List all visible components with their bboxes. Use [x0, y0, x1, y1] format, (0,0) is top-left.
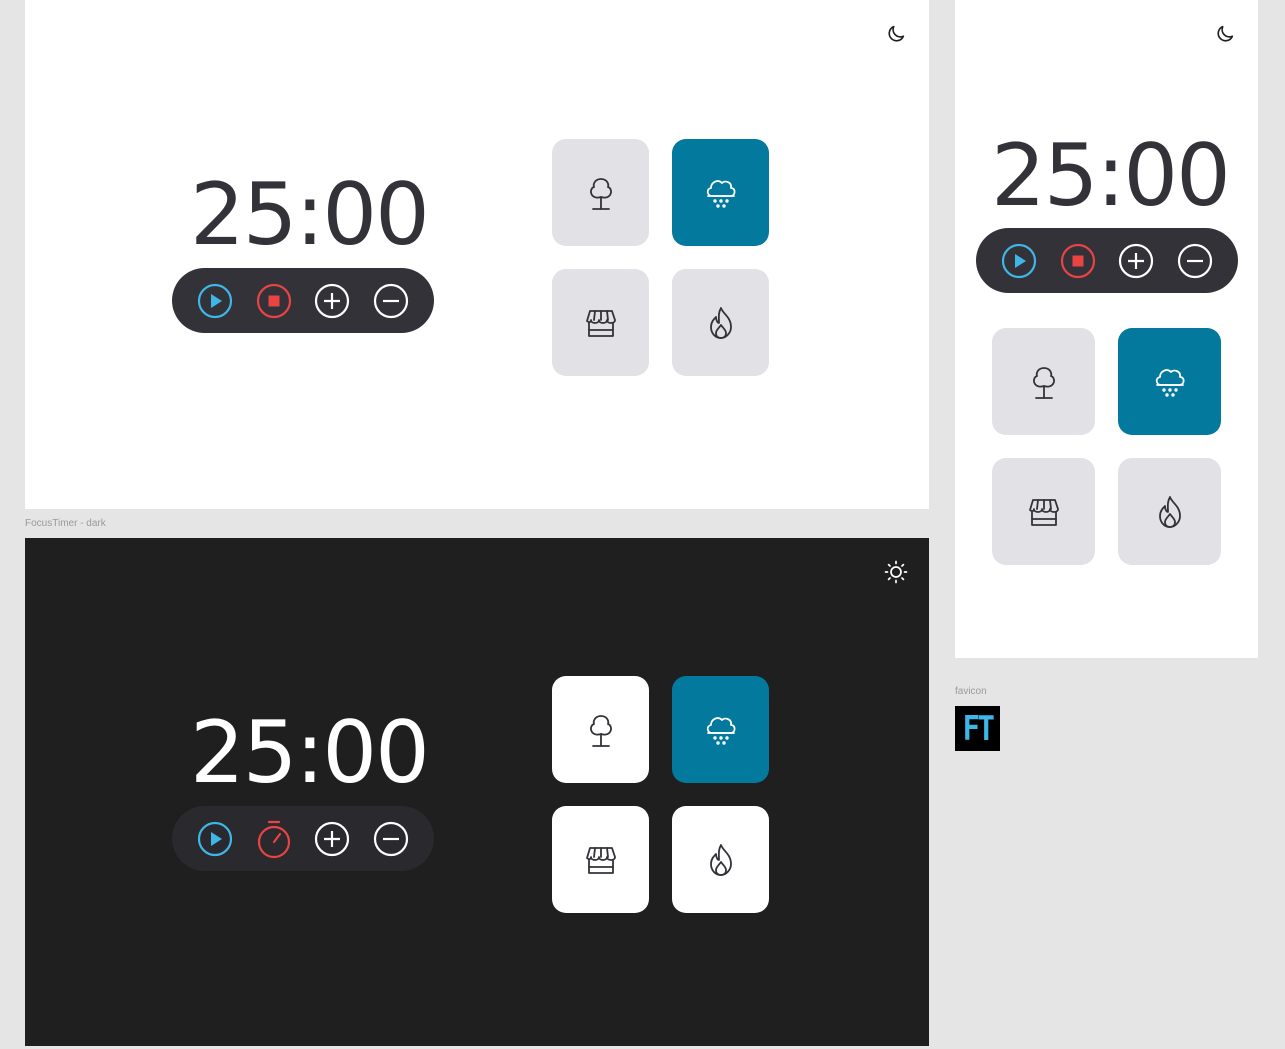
- timer-display: 25:00: [991, 126, 1231, 226]
- subtract-time-button[interactable]: [371, 281, 411, 321]
- sound-card-fireplace[interactable]: [672, 269, 769, 376]
- play-button[interactable]: [195, 819, 235, 859]
- sound-card-forest[interactable]: [552, 139, 649, 246]
- sound-card-rain[interactable]: [672, 139, 769, 246]
- stop-icon: [256, 283, 291, 318]
- sound-card-fireplace[interactable]: [1118, 458, 1221, 565]
- subtract-time-button[interactable]: [371, 819, 411, 859]
- plus-icon: [1119, 243, 1154, 278]
- sound-card-coffee-shop[interactable]: [552, 806, 649, 913]
- tree-icon: [589, 714, 612, 747]
- cloud-rain-icon: [706, 716, 736, 745]
- sound-card-rain[interactable]: [672, 676, 769, 783]
- favicon-text: FT: [962, 708, 995, 749]
- frame-desktop-light: 25:00: [25, 0, 929, 509]
- fire-icon: [1158, 495, 1181, 528]
- play-button[interactable]: [999, 241, 1039, 281]
- store-icon: [1028, 498, 1059, 526]
- frame-mobile-light: 25:00: [955, 0, 1258, 658]
- control-bar: [172, 806, 434, 871]
- sound-card-forest[interactable]: [992, 328, 1095, 435]
- cloud-rain-icon: [1155, 368, 1185, 397]
- sun-icon[interactable]: [883, 559, 909, 585]
- timer-display: 25:00: [190, 703, 430, 803]
- frame-desktop-dark: 25:00: [25, 538, 929, 1046]
- add-time-button[interactable]: [1116, 241, 1156, 281]
- plus-icon: [315, 821, 350, 856]
- store-icon: [585, 846, 616, 874]
- subtract-time-button[interactable]: [1175, 241, 1215, 281]
- stop-button[interactable]: [1058, 241, 1098, 281]
- timer-display: 25:00: [190, 165, 430, 265]
- sound-card-coffee-shop[interactable]: [992, 458, 1095, 565]
- stop-button[interactable]: [254, 281, 294, 321]
- minus-icon: [373, 283, 408, 318]
- sound-card-fireplace[interactable]: [672, 806, 769, 913]
- sound-card-rain[interactable]: [1118, 328, 1221, 435]
- cloud-rain-icon: [706, 179, 736, 208]
- control-bar: [172, 268, 434, 333]
- play-icon: [198, 283, 233, 318]
- play-icon: [198, 821, 233, 856]
- minus-icon: [373, 821, 408, 856]
- plus-icon: [315, 283, 350, 318]
- add-time-button[interactable]: [312, 281, 352, 321]
- favicon-logo: FT: [955, 706, 1000, 751]
- store-icon: [585, 309, 616, 337]
- frame-label-dark: FocusTimer - dark: [25, 518, 106, 529]
- moon-icon[interactable]: [883, 21, 909, 47]
- timer-button[interactable]: [254, 819, 294, 859]
- play-button[interactable]: [195, 281, 235, 321]
- stopwatch-icon: [257, 820, 290, 858]
- control-bar: [976, 228, 1238, 293]
- minus-icon: [1177, 243, 1212, 278]
- tree-icon: [1032, 366, 1055, 399]
- stop-icon: [1060, 243, 1095, 278]
- sound-card-forest[interactable]: [552, 676, 649, 783]
- frame-label-favicon: favicon: [955, 686, 987, 697]
- play-icon: [1002, 243, 1037, 278]
- add-time-button[interactable]: [312, 819, 352, 859]
- tree-icon: [589, 177, 612, 210]
- sound-card-coffee-shop[interactable]: [552, 269, 649, 376]
- moon-icon[interactable]: [1212, 21, 1238, 47]
- fire-icon: [709, 843, 732, 876]
- fire-icon: [709, 306, 732, 339]
